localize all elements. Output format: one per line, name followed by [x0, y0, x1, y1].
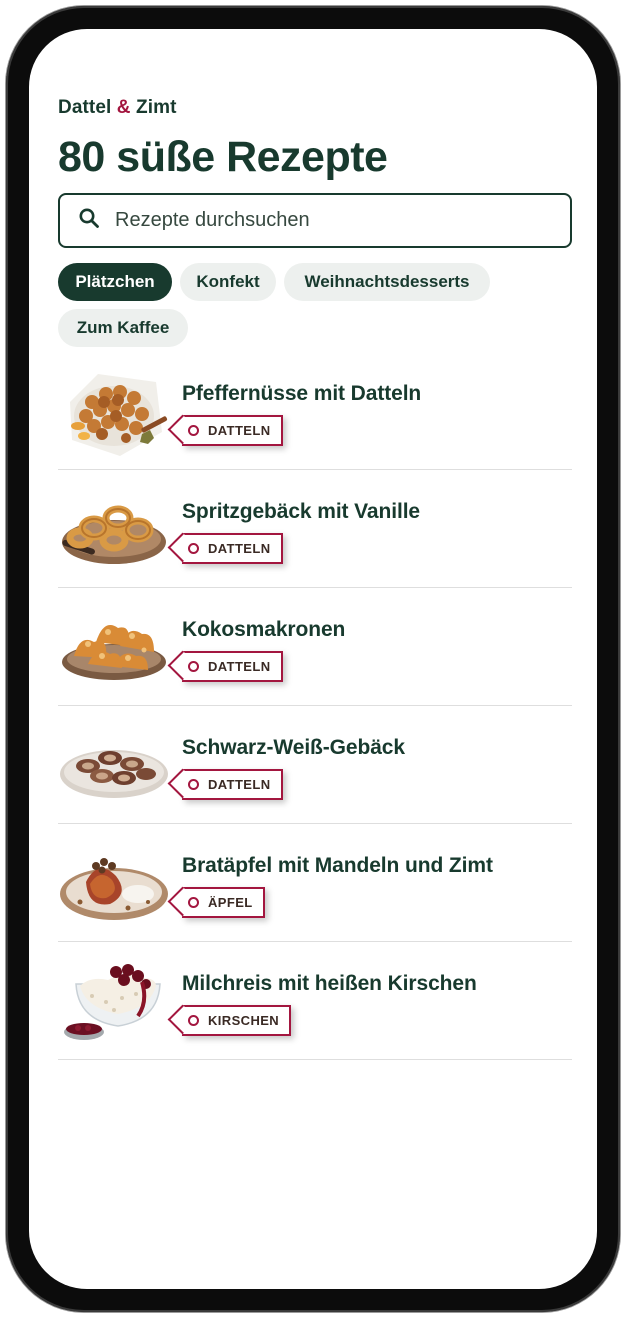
search-input[interactable]	[113, 208, 537, 233]
recipe-title: Pfeffernüsse mit Datteln	[182, 382, 422, 405]
tag-icon	[188, 897, 199, 908]
brand-logo[interactable]: Dattel & Zimt	[58, 97, 177, 119]
recipe-info: Pfeffernüsse mit Datteln DATTELN	[182, 382, 421, 446]
tag-label: DATTELN	[208, 423, 271, 438]
brand-name-part2: Zimt	[136, 97, 177, 118]
recipe-title: Bratäpfel mit Mandeln und Zimt	[182, 854, 493, 877]
app-screen: Dattel & Zimt 80 süße Rezepte Plätzchen …	[29, 29, 597, 1289]
tag-icon	[188, 1015, 199, 1026]
brand-name-part1: Dattel	[58, 97, 112, 118]
ingredient-tag[interactable]: DATTELN	[182, 651, 283, 682]
recipe-image-kokosmakronen	[62, 625, 166, 680]
tag-icon	[188, 425, 199, 436]
page-title: 80 süße Rezepte	[58, 133, 388, 181]
filter-chip-weihnachtsdesserts[interactable]: Weihnachtsdesserts	[284, 263, 490, 301]
recipe-item-pfeffernuesse[interactable]: Pfeffernüsse mit Datteln DATTELN	[58, 352, 572, 470]
recipe-list: Pfeffernüsse mit Datteln DATTELN Spritzg…	[58, 352, 572, 1060]
recipe-item-milchreis[interactable]: Milchreis mit heißen Kirschen KIRSCHEN	[58, 942, 572, 1060]
recipe-info: Schwarz-Weiß-Gebäck DATTELN	[182, 736, 405, 800]
phone-frame: Dattel & Zimt 80 süße Rezepte Plätzchen …	[6, 6, 620, 1312]
ingredient-tag[interactable]: KIRSCHEN	[182, 1005, 292, 1036]
recipe-info: Milchreis mit heißen Kirschen KIRSCHEN	[182, 972, 477, 1036]
ingredient-tag[interactable]: DATTELN	[182, 769, 283, 800]
ingredient-tag[interactable]: DATTELN	[182, 533, 283, 564]
filter-chip-zum-kaffee[interactable]: Zum Kaffee	[58, 309, 188, 347]
recipe-item-bratapfel[interactable]: Bratäpfel mit Mandeln und Zimt ÄPFEL	[58, 824, 572, 942]
filter-chip-plaetzchen[interactable]: Plätzchen	[58, 263, 172, 301]
ingredient-tag[interactable]: ÄPFEL	[182, 887, 265, 918]
ingredient-tag[interactable]: DATTELN	[182, 415, 283, 446]
filter-chip-konfekt[interactable]: Konfekt	[180, 263, 276, 301]
tag-icon	[188, 661, 199, 672]
recipe-image-spritzgebaeck	[62, 505, 166, 564]
recipe-title: Spritzgebäck mit Vanille	[182, 500, 421, 523]
recipe-info: Kokosmakronen DATTELN	[182, 618, 345, 682]
tag-icon	[188, 779, 199, 790]
recipe-image-bratapfel	[60, 858, 168, 920]
recipe-item-kokosmakronen[interactable]: Kokosmakronen DATTELN	[58, 588, 572, 706]
recipe-image-milchreis	[64, 964, 161, 1040]
recipe-title: Milchreis mit heißen Kirschen	[182, 972, 477, 995]
recipe-image-schwarz-weiss-gebaeck	[60, 750, 168, 798]
search-bar[interactable]	[58, 193, 572, 248]
recipe-info: Bratäpfel mit Mandeln und Zimt ÄPFEL	[182, 854, 493, 918]
recipe-item-spritzgebaeck[interactable]: Spritzgebäck mit Vanille DATTELN	[58, 470, 572, 588]
tag-label: DATTELN	[208, 659, 271, 674]
recipe-image-pfeffernuesse	[70, 374, 168, 456]
tag-label: DATTELN	[208, 777, 271, 792]
search-icon	[78, 207, 100, 234]
tag-label: ÄPFEL	[208, 895, 253, 910]
tag-label: DATTELN	[208, 541, 271, 556]
recipe-title: Kokosmakronen	[182, 618, 346, 641]
tag-icon	[188, 543, 199, 554]
recipe-info: Spritzgebäck mit Vanille DATTELN	[182, 500, 420, 564]
recipe-title: Schwarz-Weiß-Gebäck	[182, 736, 405, 759]
recipe-item-schwarz-weiss-gebaeck[interactable]: Schwarz-Weiß-Gebäck DATTELN	[58, 706, 572, 824]
tag-label: KIRSCHEN	[208, 1013, 280, 1028]
brand-ampersand: &	[116, 97, 131, 118]
